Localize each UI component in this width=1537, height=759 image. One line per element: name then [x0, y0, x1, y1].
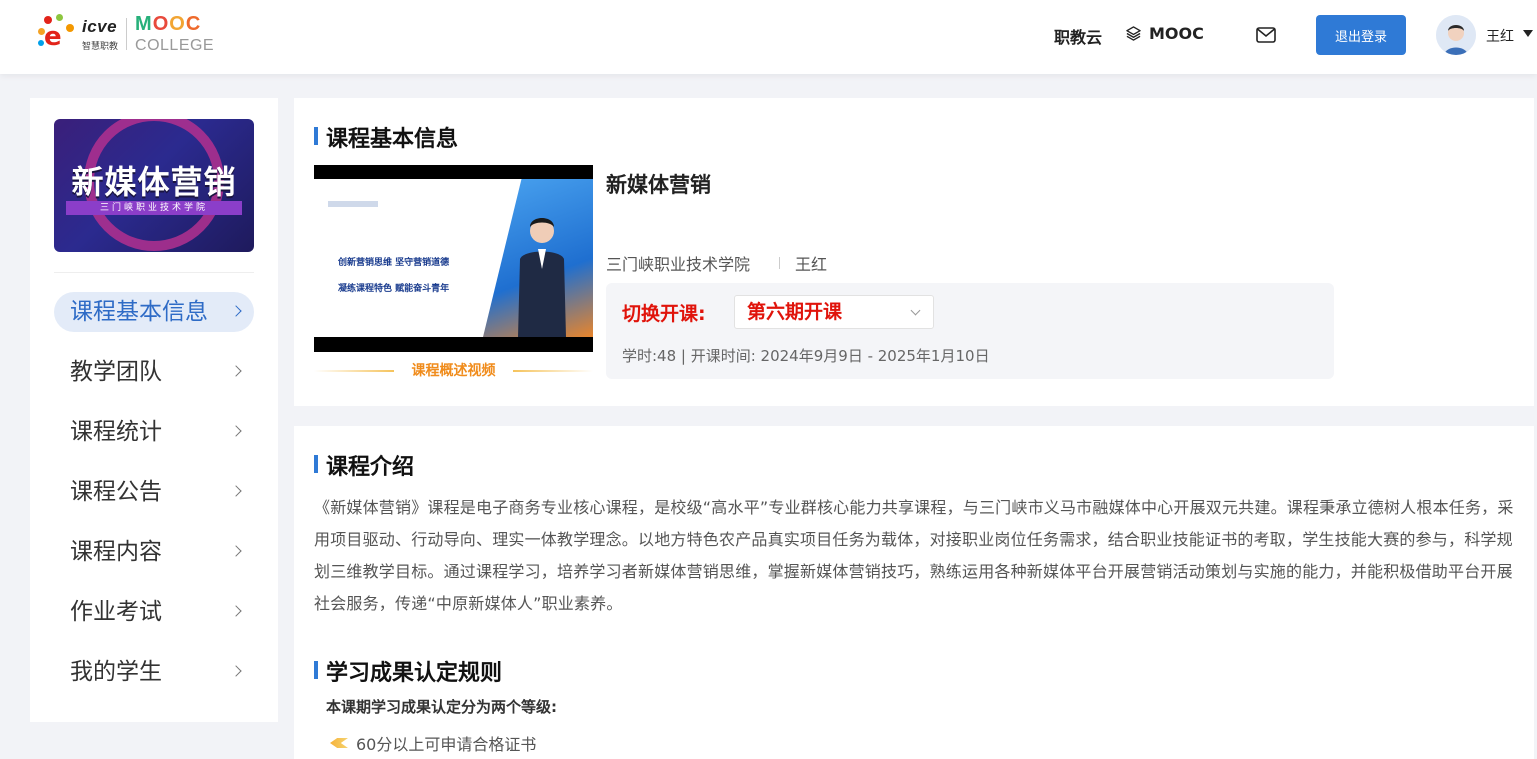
logout-button[interactable]: 退出登录 — [1316, 15, 1406, 55]
presenter-figure — [518, 218, 566, 337]
arrow-bullet-icon — [330, 738, 348, 748]
course-name: 新媒体营销 — [606, 173, 711, 197]
video-thumbnail: 创新营销思维 坚守营销道德 凝练课程特色 赋能奋斗青年 — [314, 179, 593, 337]
course-overview-video[interactable]: 创新营销思维 坚守营销道德 凝练课程特色 赋能奋斗青年 — [314, 165, 593, 352]
video-label[interactable]: 课程概述视频 — [314, 360, 593, 380]
sidebar-item-label: 课程统计 — [70, 419, 162, 445]
icve-logo-text: icve — [82, 16, 118, 36]
sidebar-item-course-info[interactable]: 课程基本信息 — [54, 292, 254, 332]
college-logo-text: COLLEGE — [135, 37, 215, 54]
rules-subtitle: 本课期学习成果认定分为两个等级: — [326, 698, 558, 716]
teacher-name: 王红 — [795, 255, 828, 274]
nav-mooc-label: MOOC — [1149, 24, 1204, 43]
school-name: 三门峡职业技术学院 — [606, 255, 751, 274]
section-title-rules: 学习成果认定规则 — [314, 655, 502, 687]
chevron-right-icon — [230, 305, 242, 317]
chevron-right-icon — [230, 425, 242, 437]
icve-logo-mark: e — [36, 14, 76, 54]
sidebar-menu: 课程基本信息 教学团队 课程统计 课程公告 课程内容 作业考试 我的学生 — [54, 292, 254, 712]
sidebar-item-label: 课程公告 — [70, 479, 162, 505]
term-meta: 学时:48 | 开课时间: 2024年9月9日 - 2025年1月10日 — [622, 347, 990, 365]
sidebar: 新媒体营销 三门峡职业技术学院 课程基本信息 教学团队 课程统计 课程公告 课程… — [30, 98, 278, 722]
term-panel: 切换开课: 第六期开课 学时:48 | 开课时间: 2024年9月9日 - 20… — [606, 283, 1334, 379]
sidebar-item-label: 课程内容 — [70, 539, 162, 565]
switch-term-label: 切换开课: — [622, 303, 706, 325]
course-info-card: 课程基本信息 创新营销思维 坚守营销道德 凝练课程特色 赋能奋斗青年 课程概述视… — [294, 98, 1534, 406]
cover-subtitle: 三门峡职业技术学院 — [66, 201, 242, 215]
nav-zhijiaoyun-link[interactable]: 职教云 — [1054, 24, 1102, 48]
course-cover-image: 新媒体营销 三门峡职业技术学院 — [54, 119, 254, 252]
cover-title: 新媒体营销 — [71, 163, 237, 201]
video-slogan-line-2: 凝练课程特色 赋能奋斗青年 — [338, 284, 450, 294]
sidebar-item-label: 课程基本信息 — [70, 299, 208, 325]
course-intro-card: 课程介绍 《新媒体营销》课程是电子商务专业核心课程，是校级“高水平”专业群核心能… — [294, 426, 1534, 759]
sidebar-item-course-content[interactable]: 课程内容 — [54, 532, 254, 572]
mail-icon[interactable] — [1256, 27, 1276, 43]
sidebar-item-label: 作业考试 — [70, 599, 162, 625]
layers-icon — [1126, 26, 1141, 41]
chevron-right-icon — [230, 665, 242, 677]
school-teacher-divider — [779, 257, 780, 269]
rule-item-text: 60分以上可申请合格证书 — [356, 735, 537, 754]
chevron-right-icon — [230, 545, 242, 557]
user-avatar[interactable] — [1436, 15, 1476, 55]
course-intro-text: 《新媒体营销》课程是电子商务专业核心课程，是校级“高水平”专业群核心能力共享课程… — [314, 498, 1514, 613]
sidebar-item-label: 教学团队 — [70, 359, 162, 385]
sidebar-item-label: 我的学生 — [70, 659, 162, 685]
section-title-course-info: 课程基本信息 — [314, 121, 458, 153]
sidebar-item-course-stats[interactable]: 课程统计 — [54, 412, 254, 452]
chevron-down-icon — [910, 305, 921, 316]
site-logo[interactable]: e icve 智慧职教 M O O C COLLEGE — [36, 13, 215, 54]
logo-divider — [126, 18, 128, 50]
term-select[interactable]: 第六期开课 — [734, 295, 934, 329]
video-slogan-line-1: 创新营销思维 坚守营销道德 — [338, 258, 450, 268]
rule-item: 60分以上可申请合格证书 — [330, 731, 536, 755]
sidebar-item-teaching-team[interactable]: 教学团队 — [54, 352, 254, 392]
chevron-right-icon — [230, 365, 242, 377]
sidebar-item-announcements[interactable]: 课程公告 — [54, 472, 254, 512]
mooc-logo-letters: M O O C — [135, 13, 201, 35]
chevron-right-icon — [230, 485, 242, 497]
sidebar-divider — [54, 272, 254, 273]
username-label[interactable]: 王红 — [1486, 26, 1514, 46]
term-select-value: 第六期开课 — [747, 301, 843, 323]
chevron-right-icon — [230, 605, 242, 617]
user-menu-caret-icon[interactable] — [1523, 30, 1533, 37]
top-header: e icve 智慧职教 M O O C COLLEGE 职教云 MOOC 退出登… — [0, 0, 1537, 74]
icve-logo-subtext: 智慧职教 — [82, 41, 119, 52]
sidebar-item-my-students[interactable]: 我的学生 — [54, 652, 254, 692]
section-title-course-intro: 课程介绍 — [314, 449, 414, 481]
sidebar-item-homework-exams[interactable]: 作业考试 — [54, 592, 254, 632]
nav-mooc-link[interactable]: MOOC — [1126, 24, 1204, 43]
